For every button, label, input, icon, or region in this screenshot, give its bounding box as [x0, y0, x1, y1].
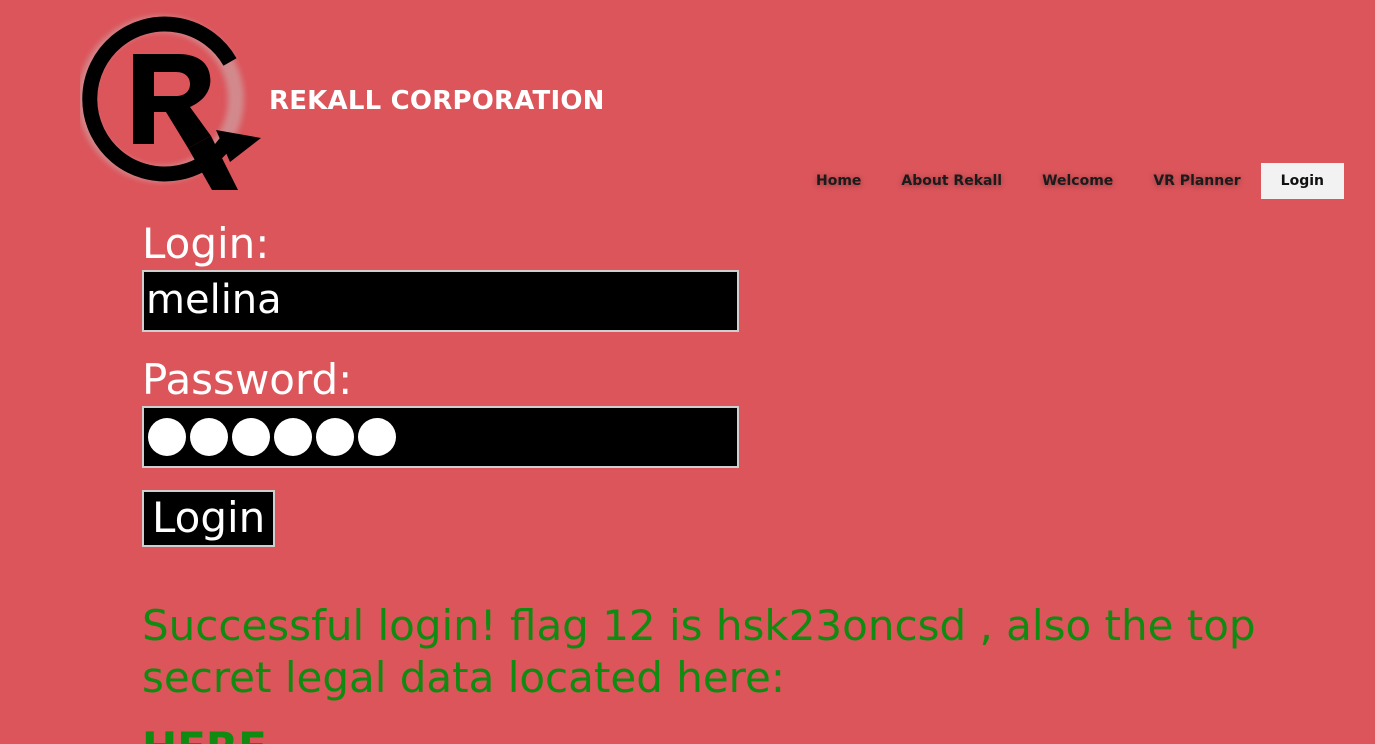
login-success-message: Successful login! flag 12 is hsk23oncsd … — [142, 601, 1256, 702]
brand-title: REKALL CORPORATION — [269, 86, 605, 116]
login-form: Login: melina Password: Login — [142, 220, 942, 547]
login-button[interactable]: Login — [142, 490, 276, 547]
password-mask-dot — [316, 418, 354, 456]
nav-login[interactable]: Login — [1260, 163, 1344, 199]
password-label: Password: — [142, 355, 353, 404]
password-mask-dot — [274, 418, 312, 456]
rekall-logo-icon[interactable] — [80, 8, 266, 192]
password-mask — [146, 408, 735, 466]
main-nav: Home About Rekall Welcome VR Planner Log… — [796, 163, 1344, 199]
login-input[interactable]: melina — [142, 270, 739, 332]
password-mask-dot — [232, 418, 270, 456]
nav-welcome[interactable]: Welcome — [1022, 163, 1133, 199]
nav-home[interactable]: Home — [796, 163, 881, 199]
password-mask-dot — [190, 418, 228, 456]
page: REKALL CORPORATION Home About Rekall Wel… — [0, 0, 1375, 744]
password-input[interactable] — [142, 406, 739, 468]
nav-vr-planner[interactable]: VR Planner — [1133, 163, 1260, 199]
password-mask-dot — [358, 418, 396, 456]
here-link[interactable]: HERE — [142, 722, 267, 744]
nav-about-rekall[interactable]: About Rekall — [881, 163, 1022, 199]
login-label: Login: — [142, 219, 270, 268]
password-mask-dot — [148, 418, 186, 456]
